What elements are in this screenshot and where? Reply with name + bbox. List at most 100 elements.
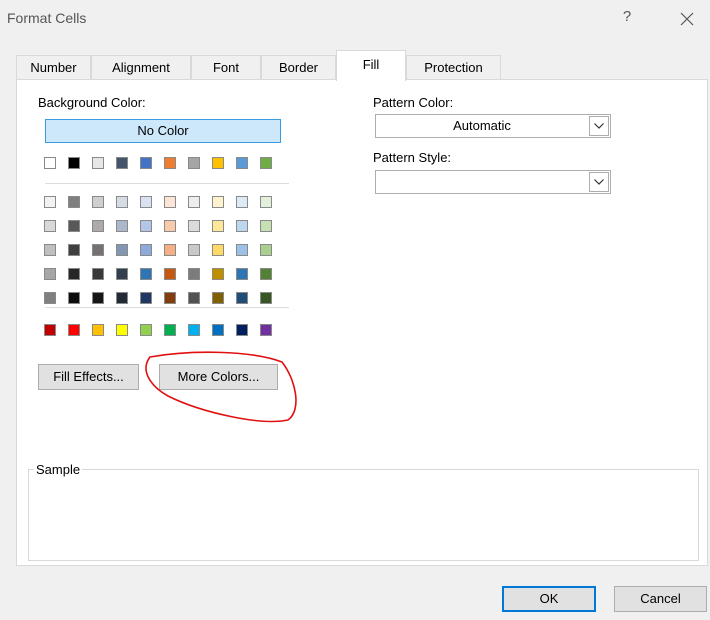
pattern-style-dropdown[interactable] (375, 170, 611, 194)
color-swatch[interactable] (68, 157, 80, 169)
color-swatch[interactable] (92, 196, 104, 208)
background-color-label: Background Color: (38, 95, 146, 110)
close-icon (680, 12, 694, 26)
tab-number[interactable]: Number (16, 55, 91, 80)
ok-button[interactable]: OK (502, 586, 596, 612)
color-swatch[interactable] (68, 292, 80, 304)
color-swatch[interactable] (44, 244, 56, 256)
color-swatch[interactable] (212, 244, 224, 256)
dropdown-arrow[interactable] (589, 116, 609, 136)
color-swatch[interactable] (44, 324, 56, 336)
color-swatch[interactable] (236, 196, 248, 208)
color-swatch[interactable] (44, 157, 56, 169)
color-swatch[interactable] (260, 292, 272, 304)
color-swatch[interactable] (92, 220, 104, 232)
cancel-button[interactable]: Cancel (614, 586, 707, 612)
color-swatch[interactable] (164, 196, 176, 208)
color-swatch[interactable] (164, 157, 176, 169)
color-swatch[interactable] (140, 196, 152, 208)
color-swatch[interactable] (260, 157, 272, 169)
color-swatch[interactable] (212, 196, 224, 208)
color-swatch[interactable] (236, 268, 248, 280)
color-swatch[interactable] (188, 292, 200, 304)
color-swatch[interactable] (92, 157, 104, 169)
color-swatch[interactable] (212, 292, 224, 304)
fill-effects-button[interactable]: Fill Effects... (38, 364, 139, 390)
color-swatch[interactable] (68, 324, 80, 336)
color-swatch[interactable] (68, 196, 80, 208)
color-swatch[interactable] (260, 220, 272, 232)
color-swatch[interactable] (116, 196, 128, 208)
color-swatch[interactable] (116, 292, 128, 304)
tab-alignment[interactable]: Alignment (91, 55, 191, 80)
color-swatch[interactable] (164, 324, 176, 336)
color-swatch[interactable] (92, 324, 104, 336)
chevron-down-icon (594, 123, 604, 129)
color-swatch[interactable] (212, 157, 224, 169)
color-swatch[interactable] (212, 324, 224, 336)
chevron-down-icon (594, 179, 604, 185)
color-swatch[interactable] (140, 157, 152, 169)
pattern-style-label: Pattern Style: (373, 150, 452, 165)
color-swatch[interactable] (188, 220, 200, 232)
fill-panel: Background Color: No Color Fill Effects.… (16, 79, 708, 566)
color-swatch[interactable] (188, 157, 200, 169)
pattern-color-dropdown[interactable]: Automatic (375, 114, 611, 138)
color-swatch[interactable] (68, 220, 80, 232)
pattern-color-label: Pattern Color: (373, 95, 454, 110)
tab-protection[interactable]: Protection (406, 55, 501, 80)
color-swatch[interactable] (140, 244, 152, 256)
color-swatch[interactable] (236, 292, 248, 304)
tab-font[interactable]: Font (191, 55, 261, 80)
color-swatch[interactable] (140, 268, 152, 280)
color-swatch[interactable] (92, 292, 104, 304)
color-swatch[interactable] (260, 324, 272, 336)
more-colors-button[interactable]: More Colors... (159, 364, 278, 390)
close-button[interactable] (672, 5, 702, 33)
color-swatch[interactable] (164, 268, 176, 280)
pattern-color-value: Automatic (453, 118, 511, 133)
color-swatch[interactable] (212, 268, 224, 280)
color-swatch[interactable] (116, 244, 128, 256)
color-swatch[interactable] (188, 324, 200, 336)
color-swatch[interactable] (140, 292, 152, 304)
color-swatch[interactable] (116, 157, 128, 169)
color-swatch[interactable] (140, 324, 152, 336)
dropdown-arrow[interactable] (589, 172, 609, 192)
color-swatch[interactable] (164, 220, 176, 232)
color-swatch[interactable] (44, 196, 56, 208)
color-swatch[interactable] (140, 220, 152, 232)
color-swatch[interactable] (260, 268, 272, 280)
color-swatch[interactable] (236, 220, 248, 232)
color-swatch[interactable] (236, 324, 248, 336)
palette-divider (45, 183, 289, 184)
color-swatch[interactable] (92, 268, 104, 280)
color-swatch[interactable] (164, 292, 176, 304)
color-swatch[interactable] (212, 220, 224, 232)
color-swatch[interactable] (188, 244, 200, 256)
no-color-button[interactable]: No Color (45, 119, 281, 143)
color-swatch[interactable] (236, 157, 248, 169)
color-swatch[interactable] (116, 220, 128, 232)
tab-fill[interactable]: Fill (336, 50, 406, 81)
color-swatch[interactable] (68, 268, 80, 280)
color-swatch[interactable] (236, 244, 248, 256)
color-swatch[interactable] (44, 220, 56, 232)
sample-label: Sample (34, 462, 83, 477)
dialog-title: Format Cells (7, 10, 87, 26)
color-swatch[interactable] (260, 196, 272, 208)
palette-divider (45, 307, 289, 308)
color-swatch[interactable] (116, 324, 128, 336)
color-swatch[interactable] (116, 268, 128, 280)
color-swatch[interactable] (260, 244, 272, 256)
color-swatch[interactable] (68, 244, 80, 256)
color-swatch[interactable] (44, 268, 56, 280)
tab-border[interactable]: Border (261, 55, 336, 80)
color-swatch[interactable] (188, 196, 200, 208)
color-swatch[interactable] (92, 244, 104, 256)
color-swatch[interactable] (188, 268, 200, 280)
title-bar: Format Cells ? (0, 0, 710, 40)
help-button[interactable]: ? (616, 8, 638, 30)
color-swatch[interactable] (44, 292, 56, 304)
color-swatch[interactable] (164, 244, 176, 256)
